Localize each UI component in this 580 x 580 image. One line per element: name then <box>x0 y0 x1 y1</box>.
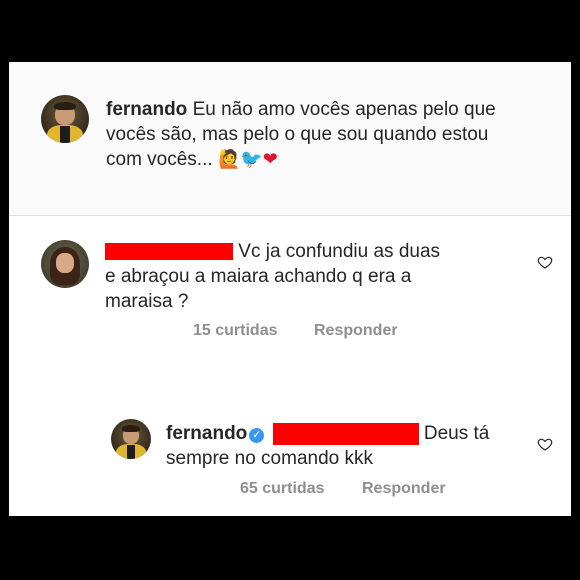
reply-likes-count[interactable]: 65 curtidas <box>240 480 324 498</box>
redacted-mention <box>272 422 419 445</box>
reply-text-1: Deus tá <box>423 423 490 444</box>
caption-section: fernando Eu não amo vocês apenas pelo qu… <box>9 62 571 216</box>
avatar-fernando-caption[interactable] <box>41 95 89 143</box>
caption-line-3: com vocês... 🙋🐦❤ <box>106 147 278 172</box>
caption-text-3: com vocês... <box>106 149 213 170</box>
comment-text-1: Vc ja confundiu as duas <box>238 241 441 262</box>
comment-line-1: Vc ja confundiu as duas <box>105 239 440 264</box>
avatar-hair <box>53 101 77 111</box>
caption-text-1: Eu não amo vocês apenas pelo que <box>192 99 496 120</box>
bird-emoji-icon: 🐦 <box>240 149 263 170</box>
avatar-commenter[interactable] <box>41 240 89 288</box>
redacted-username <box>105 243 233 261</box>
reply-username[interactable]: fernando <box>166 423 247 444</box>
avatar-fernando-reply[interactable] <box>111 419 151 459</box>
reply-text-2: sempre no comando kkk <box>166 448 373 469</box>
comment-text-2: e abraçou a maiara achando q era a <box>105 266 412 287</box>
verified-badge-icon: ✓ <box>249 428 265 443</box>
comment-reply-button[interactable]: Responder <box>314 322 398 340</box>
heart-outline-icon[interactable] <box>537 254 553 270</box>
caption-line-1: fernando Eu não amo vocês apenas pelo qu… <box>106 97 496 122</box>
reply-line-1: fernando ✓ Deus tá <box>166 421 489 446</box>
avatar-face <box>56 253 74 273</box>
comment-likes-count[interactable]: 15 curtidas <box>193 322 277 340</box>
raising-hand-emoji-icon: 🙋 <box>217 149 241 170</box>
caption-text-2: vocês são, mas pelo o que sou quando est… <box>106 124 489 145</box>
avatar-shirt <box>127 444 135 459</box>
heart-outline-icon[interactable] <box>537 436 553 452</box>
comment-text-3: maraisa ? <box>105 291 189 312</box>
reply-reply-button[interactable]: Responder <box>362 480 446 498</box>
caption-username[interactable]: fernando <box>106 99 187 120</box>
avatar-shirt <box>60 125 70 143</box>
avatar-hair <box>121 424 141 432</box>
comments-panel: fernando Eu não amo vocês apenas pelo qu… <box>9 62 571 516</box>
red-heart-emoji-icon: ❤ <box>262 149 278 170</box>
